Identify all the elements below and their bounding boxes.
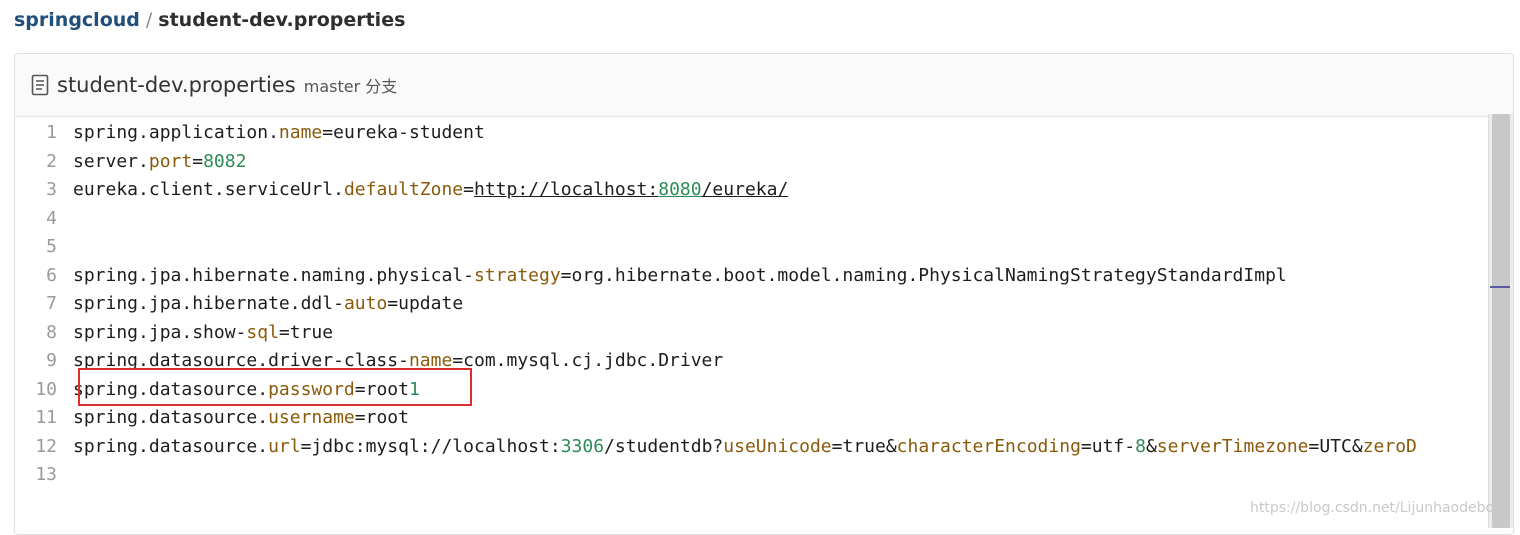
code-token: url xyxy=(268,435,301,457)
code-line: 1 spring.application.name=eureka-student xyxy=(15,120,485,146)
line-number[interactable]: 11 xyxy=(15,405,73,431)
code-token: useUnicode xyxy=(723,435,832,457)
code-text: spring.application.name=eureka-student xyxy=(73,120,485,146)
line-number[interactable]: 12 xyxy=(15,434,73,460)
code-token: zeroD xyxy=(1362,435,1417,457)
code-token: spring.application. xyxy=(73,122,279,143)
code-token: /studentdb? xyxy=(604,435,724,457)
code-line: 5 xyxy=(15,234,73,260)
code-token: =UTC& xyxy=(1308,435,1363,457)
line-number[interactable]: 6 xyxy=(15,263,73,289)
code-text: spring.datasource.url=jdbc:mysql://local… xyxy=(73,434,1417,460)
code-line: 13 xyxy=(15,462,73,488)
code-token: defaultZone xyxy=(343,179,464,200)
line-number[interactable]: 4 xyxy=(15,206,73,232)
line-number[interactable]: 13 xyxy=(15,462,73,488)
scrollbar-marker xyxy=(1490,286,1510,288)
code-text: eureka.client.serviceUrl.defaultZone=htt… xyxy=(73,177,788,203)
code-token: characterEncoding xyxy=(896,435,1081,457)
code-token: spring.datasource. xyxy=(73,407,269,428)
file-header: student-dev.properties master 分支 xyxy=(15,54,1513,117)
code-token: =jdbc:mysql://localhost: xyxy=(300,435,561,457)
code-token: = xyxy=(463,179,474,200)
line-number[interactable]: 8 xyxy=(15,320,73,346)
scrollbar-thumb[interactable] xyxy=(1492,114,1510,528)
code-token: http://localhost: xyxy=(474,179,659,200)
code-token: spring.jpa.hibernate.ddl- xyxy=(73,293,344,314)
code-token: username xyxy=(268,407,355,428)
code-token: =utf- xyxy=(1080,435,1136,457)
code-token: server. xyxy=(73,150,149,172)
code-text: spring.jpa.hibernate.ddl-auto=update xyxy=(73,291,463,317)
code-text: server.port=8082 xyxy=(73,149,246,175)
code-token: =org.hibernate.boot.model.naming.Physica… xyxy=(560,264,1287,286)
watermark-text: https://blog.csdn.net/Lijunhaodeboke xyxy=(1250,500,1511,516)
code-text: spring.jpa.show-sql=true xyxy=(73,320,333,346)
code-token: 3306 xyxy=(560,435,605,457)
code-token: =root xyxy=(354,407,409,428)
code-token: =true& xyxy=(831,435,897,457)
breadcrumb-repo-link[interactable]: springcloud xyxy=(14,9,140,31)
code-view[interactable]: 1 spring.application.name=eureka-student 2… xyxy=(15,116,1489,534)
code-token: 8082 xyxy=(203,150,247,172)
code-token: sql xyxy=(246,321,279,343)
code-text: spring.jpa.hibernate.naming.physical-str… xyxy=(73,263,1287,289)
code-token: =eureka-student xyxy=(322,122,485,143)
code-line: 7 spring.jpa.hibernate.ddl-auto=update xyxy=(15,291,463,317)
code-token: serverTimezone xyxy=(1156,435,1309,457)
code-token: spring.jpa.show- xyxy=(73,321,247,343)
line-number[interactable]: 1 xyxy=(15,120,73,146)
code-line: 3 eureka.client.serviceUrl.defaultZone=ht… xyxy=(15,177,788,203)
code-token: port xyxy=(148,150,193,172)
highlight-annotation-box xyxy=(78,368,472,406)
line-number[interactable]: 10 xyxy=(15,377,73,403)
code-token: auto xyxy=(343,293,388,314)
branch-label: master 分支 xyxy=(303,77,398,96)
breadcrumb: springcloud / student-dev.properties xyxy=(14,6,405,34)
code-token: = xyxy=(192,150,204,172)
code-token: =update xyxy=(387,293,464,314)
code-line: 4 xyxy=(15,206,73,232)
code-line: 11 spring.datasource.username=root xyxy=(15,405,409,431)
code-token: name xyxy=(278,122,323,143)
breadcrumb-separator: / xyxy=(145,9,153,31)
code-line: 6 spring.jpa.hibernate.naming.physical-st… xyxy=(15,263,1287,289)
line-number[interactable]: 7 xyxy=(15,291,73,317)
document-icon xyxy=(31,74,49,96)
line-number[interactable]: 2 xyxy=(15,149,73,175)
code-token: eureka.client.serviceUrl. xyxy=(73,179,344,200)
file-viewer-panel: student-dev.properties master 分支 1 spring… xyxy=(14,53,1514,535)
breadcrumb-file: student-dev.properties xyxy=(158,9,406,31)
code-line: 2 server.port=8082 xyxy=(15,149,246,175)
code-line: 12 spring.datasource.url=jdbc:mysql://loc… xyxy=(15,434,1417,460)
code-token: spring.datasource. xyxy=(73,435,269,457)
code-line: 8 spring.jpa.show-sql=true xyxy=(15,320,333,346)
code-text: spring.datasource.username=root xyxy=(73,405,409,431)
line-number[interactable]: 5 xyxy=(15,234,73,260)
line-number[interactable]: 9 xyxy=(15,348,73,374)
code-token: strategy xyxy=(473,264,561,286)
file-title: student-dev.properties xyxy=(57,73,296,97)
code-token: & xyxy=(1145,435,1157,457)
code-token: 8080 xyxy=(658,179,702,200)
code-token: /eureka/ xyxy=(701,179,789,200)
code-token: spring.jpa.hibernate.naming.physical- xyxy=(73,264,474,286)
code-token: =com.mysql.cj.jdbc.Driver xyxy=(452,350,724,371)
code-token: 8 xyxy=(1135,435,1146,457)
code-token: =true xyxy=(278,321,334,343)
line-number[interactable]: 3 xyxy=(15,177,73,203)
vertical-scrollbar[interactable] xyxy=(1488,114,1513,528)
